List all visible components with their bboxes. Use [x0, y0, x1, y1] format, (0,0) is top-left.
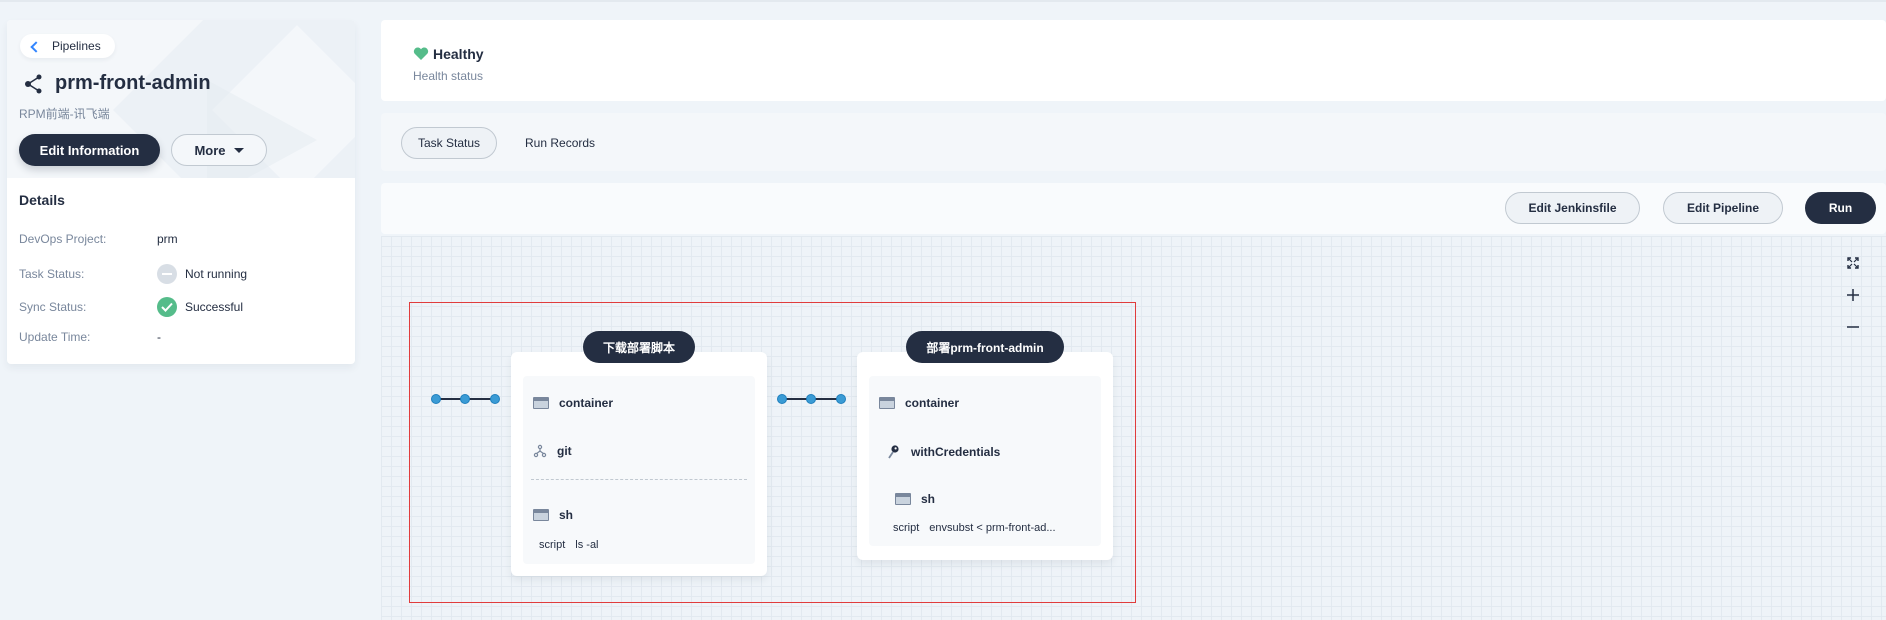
script-value: envsubst < prm-front-ad...	[929, 522, 1056, 534]
detail-row-devops-project: DevOps Project: prm	[19, 232, 178, 246]
step-sh[interactable]: sh	[895, 492, 935, 506]
step-script: script ls -al	[539, 539, 599, 551]
zoom-out-icon[interactable]	[1843, 320, 1863, 338]
git-branch-icon	[533, 444, 547, 458]
edit-information-button[interactable]: Edit Information	[19, 134, 160, 166]
detail-row-sync-status: Sync Status: Successful	[19, 297, 243, 317]
top-divider	[0, 0, 1886, 2]
step-label: sh	[559, 508, 574, 522]
not-running-icon	[157, 264, 177, 284]
pipeline-title: prm-front-admin	[55, 72, 211, 94]
connector-dot	[836, 394, 846, 404]
more-button[interactable]: More	[171, 134, 267, 166]
detail-key: DevOps Project:	[19, 232, 107, 246]
step-label: sh	[921, 492, 936, 506]
detail-key: Task Status:	[19, 267, 85, 281]
zoom-in-icon[interactable]	[1843, 288, 1863, 306]
terminal-icon	[895, 493, 911, 505]
stage-name-badge[interactable]: 下载部署脚本	[583, 331, 695, 363]
health-label: Health status	[413, 69, 484, 83]
step-label: container	[905, 396, 960, 410]
health-title: Healthy	[433, 46, 484, 62]
tab-run-records[interactable]: Run Records	[509, 127, 611, 159]
title-row: prm-front-admin	[23, 72, 211, 95]
detail-value: -	[157, 330, 161, 344]
stage-connector-start	[431, 393, 501, 405]
step-divider	[531, 479, 747, 480]
script-value: ls -al	[575, 539, 599, 551]
step-container[interactable]: container	[533, 396, 613, 410]
chevron-left-icon	[30, 40, 42, 53]
connector-dot	[431, 394, 441, 404]
connector-dot	[490, 394, 500, 404]
terminal-icon	[533, 509, 549, 521]
health-title-row: Healthy	[413, 46, 484, 62]
detail-key: Update Time:	[19, 330, 91, 344]
pipeline-toolbar: Edit Jenkinsfile Edit Pipeline Run	[381, 183, 1886, 234]
run-button[interactable]: Run	[1805, 192, 1876, 224]
script-label: script	[893, 522, 920, 534]
step-script: script envsubst < prm-front-ad...	[893, 522, 1056, 534]
key-icon	[888, 445, 899, 459]
sync-status-value: Successful	[185, 300, 244, 314]
detail-row-task-status: Task Status: Not running	[19, 264, 247, 284]
edit-pipeline-button[interactable]: Edit Pipeline	[1663, 192, 1783, 224]
pipeline-description: RPM前端-讯飞端	[19, 107, 110, 121]
heart-icon	[413, 47, 429, 60]
stage-card[interactable]: container git sh script ls -al	[511, 352, 767, 576]
stage-card[interactable]: container withCredentials sh script envsu…	[857, 352, 1113, 560]
connector-dot	[806, 394, 816, 404]
step-sh[interactable]: sh	[533, 508, 573, 522]
fullscreen-icon[interactable]	[1843, 256, 1863, 274]
back-to-pipelines-button[interactable]: Pipelines	[20, 34, 115, 58]
stage-steps: container withCredentials sh script envsu…	[869, 376, 1101, 546]
back-label: Pipelines	[52, 39, 101, 53]
terminal-icon	[533, 397, 549, 409]
script-label: script	[539, 539, 566, 551]
detail-value-wrap: Successful	[157, 297, 243, 317]
details-heading: Details	[19, 192, 65, 208]
tab-task-status[interactable]: Task Status	[401, 127, 498, 159]
detail-row-update-time: Update Time: -	[19, 330, 161, 344]
stage-name-badge[interactable]: 部署prm-front-admin	[906, 331, 1064, 363]
step-git[interactable]: git	[533, 444, 572, 458]
step-label: git	[557, 444, 572, 458]
caret-down-icon	[233, 147, 244, 153]
tab-bar: Task Status Run Records	[381, 113, 1886, 171]
edit-jenkinsfile-button[interactable]: Edit Jenkinsfile	[1505, 192, 1640, 224]
connector-dot	[460, 394, 470, 404]
health-status-card: Healthy Health status	[381, 20, 1886, 101]
terminal-icon	[879, 397, 895, 409]
step-label: container	[559, 396, 614, 410]
detail-key: Sync Status:	[19, 300, 87, 314]
pipeline-info-panel: Pipelines prm-front-admin RPM前端-讯飞端 Edit…	[7, 20, 355, 364]
success-check-icon	[157, 297, 177, 317]
stage-connector-middle	[777, 393, 847, 405]
step-withcredentials[interactable]: withCredentials	[887, 444, 1000, 460]
stage-steps: container git sh script ls -al	[523, 376, 755, 564]
step-container[interactable]: container	[879, 396, 959, 410]
detail-value-wrap: Not running	[157, 264, 247, 284]
connector-dot	[777, 394, 787, 404]
detail-value: prm	[157, 232, 178, 246]
task-status-value: Not running	[185, 267, 248, 281]
pipeline-icon	[25, 74, 42, 93]
more-label: More	[194, 142, 226, 158]
step-label: withCredentials	[911, 445, 1001, 459]
